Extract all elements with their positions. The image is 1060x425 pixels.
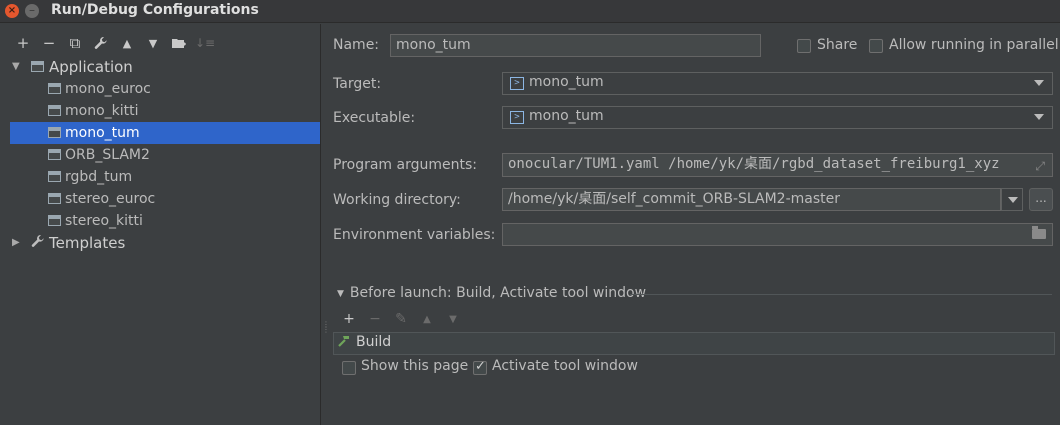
- executable-icon: >: [510, 77, 524, 90]
- sort-icon[interactable]: ↓≡: [192, 32, 218, 54]
- remove-icon[interactable]: −: [36, 32, 62, 54]
- application-icon: [48, 105, 61, 116]
- show-this-page-label: Show this page: [361, 358, 469, 374]
- hammer-icon: [337, 334, 351, 350]
- tree-item-rgbd-tum[interactable]: rgbd_tum: [10, 166, 320, 188]
- tree-item-stereo-kitti[interactable]: stereo_kitti: [10, 210, 320, 232]
- configurations-panel: + − ⧉ ▲ ▼ ↓≡ ▼ Application mono_euroc mo…: [0, 24, 321, 425]
- target-value: mono_tum: [529, 74, 604, 90]
- tree-item-label: mono_euroc: [65, 81, 151, 97]
- name-label: Name:: [333, 37, 380, 53]
- environment-variables-label: Environment variables:: [333, 227, 496, 243]
- program-arguments-input[interactable]: onocular/TUM1.yaml /home/yk/桌面/rgbd_data…: [502, 153, 1053, 177]
- before-launch-title: Before launch: Build, Activate tool wind…: [349, 285, 647, 301]
- name-input[interactable]: mono_tum: [390, 34, 761, 57]
- minimize-window-button[interactable]: –: [25, 4, 39, 18]
- tree-group-label: Application: [49, 58, 133, 76]
- activate-tool-window-checkbox[interactable]: [473, 359, 487, 375]
- tree-item-stereo-euroc[interactable]: stereo_euroc: [10, 188, 320, 210]
- application-icon: [48, 149, 61, 160]
- tree-group-label: Templates: [49, 234, 126, 252]
- working-directory-label: Working directory:: [333, 192, 461, 208]
- target-label: Target:: [333, 76, 382, 92]
- working-directory-input[interactable]: /home/yk/桌面/self_commit_ORB-SLAM2-master: [502, 188, 1001, 211]
- window-title: Run/Debug Configurations: [51, 2, 259, 18]
- chevron-down-icon: [1008, 197, 1018, 203]
- splitter-handle[interactable]: ⋮ ⋮: [322, 321, 330, 340]
- application-icon: [48, 215, 61, 226]
- title-bar: × – Run/Debug Configurations: [0, 0, 1060, 23]
- tree-item-orb-slam2[interactable]: ORB_SLAM2: [10, 144, 320, 166]
- close-window-button[interactable]: ×: [5, 4, 19, 18]
- remove-task-icon[interactable]: −: [362, 309, 388, 329]
- application-icon: [48, 193, 61, 204]
- tree-item-mono-euroc[interactable]: mono_euroc: [10, 78, 320, 100]
- tree-item-label: stereo_kitti: [65, 213, 143, 229]
- expanded-arrow-icon[interactable]: ▼: [12, 56, 24, 78]
- tree-item-mono-kitti[interactable]: mono_kitti: [10, 100, 320, 122]
- tree-item-label: ORB_SLAM2: [65, 147, 150, 163]
- collapsed-arrow-icon[interactable]: ▶: [12, 232, 24, 254]
- application-icon: [31, 61, 44, 72]
- tree-item-mono-tum[interactable]: mono_tum: [10, 122, 320, 144]
- folder-icon[interactable]: [1032, 226, 1046, 239]
- build-task-label: Build: [356, 334, 392, 350]
- add-icon[interactable]: +: [10, 32, 36, 54]
- executable-select[interactable]: > mono_tum: [502, 106, 1053, 129]
- show-this-page-checkbox[interactable]: [342, 361, 356, 375]
- target-select[interactable]: > mono_tum: [502, 72, 1053, 95]
- edit-task-icon[interactable]: ✎: [388, 309, 414, 329]
- before-launch-toolbar: + − ✎ ▲ ▼: [336, 309, 466, 329]
- tree-group-templates[interactable]: ▶ Templates: [10, 232, 320, 254]
- collapse-arrow-icon: ▼: [337, 289, 344, 299]
- copy-icon[interactable]: ⧉: [62, 32, 88, 54]
- expand-icon[interactable]: ⤢: [1035, 156, 1045, 176]
- program-arguments-value: onocular/TUM1.yaml /home/yk/桌面/rgbd_data…: [508, 156, 1000, 172]
- executable-icon: >: [510, 111, 524, 124]
- section-divider: [630, 294, 1052, 295]
- move-task-down-icon[interactable]: ▼: [440, 309, 466, 329]
- before-launch-task-list[interactable]: Build: [333, 332, 1055, 355]
- move-task-up-icon[interactable]: ▲: [414, 309, 440, 329]
- config-tree: ▼ Application mono_euroc mono_kitti mono…: [10, 56, 320, 254]
- tree-group-application[interactable]: ▼ Application: [10, 56, 320, 78]
- tree-item-label: stereo_euroc: [65, 191, 156, 207]
- move-up-icon[interactable]: ▲: [114, 32, 140, 54]
- share-label: Share: [817, 37, 858, 53]
- executable-value: mono_tum: [529, 108, 604, 124]
- working-directory-dropdown[interactable]: [1001, 188, 1023, 211]
- move-down-icon[interactable]: ▼: [140, 32, 166, 54]
- environment-variables-input[interactable]: [502, 223, 1053, 246]
- application-icon: [48, 127, 61, 138]
- add-task-icon[interactable]: +: [336, 309, 362, 329]
- tree-item-label: mono_kitti: [65, 103, 139, 119]
- tree-item-label: rgbd_tum: [65, 169, 133, 185]
- new-folder-icon[interactable]: [166, 32, 192, 54]
- share-checkbox[interactable]: [797, 39, 811, 53]
- config-toolbar: + − ⧉ ▲ ▼ ↓≡: [10, 32, 218, 54]
- allow-parallel-label: Allow running in parallel: [889, 37, 1059, 53]
- application-icon: [48, 171, 61, 182]
- wrench-icon[interactable]: [88, 32, 114, 54]
- executable-label: Executable:: [333, 110, 416, 126]
- program-arguments-label: Program arguments:: [333, 157, 477, 173]
- browse-button[interactable]: ...: [1029, 188, 1053, 211]
- configuration-form: Name: mono_tum Share Allow running in pa…: [322, 24, 1060, 425]
- application-icon: [48, 83, 61, 94]
- chevron-down-icon: [1034, 114, 1044, 120]
- allow-parallel-checkbox[interactable]: [869, 39, 883, 53]
- chevron-down-icon: [1034, 80, 1044, 86]
- activate-tool-window-label: Activate tool window: [492, 358, 638, 374]
- before-launch-toggle[interactable]: ▼ Before launch: Build, Activate tool win…: [337, 285, 646, 301]
- wrench-icon: [31, 232, 45, 254]
- tree-item-label: mono_tum: [65, 125, 140, 141]
